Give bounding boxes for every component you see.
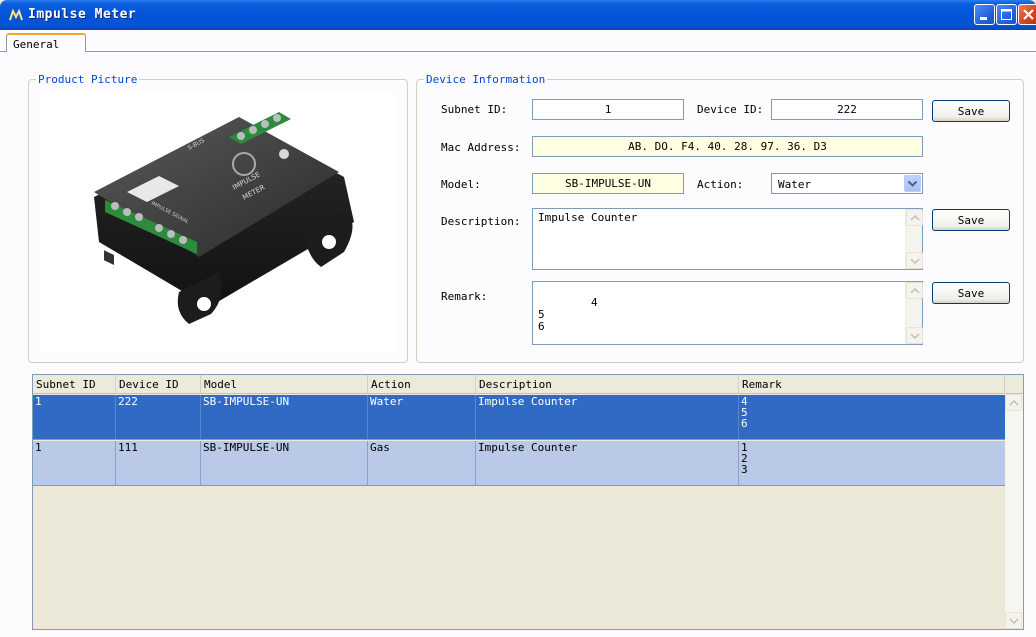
tab-content: Product Picture IMPULSE METER S-BUS IMPU…	[0, 52, 1036, 637]
action-label: Action:	[697, 178, 744, 191]
device-information-title: Device Information	[424, 73, 548, 86]
close-button[interactable]	[1018, 4, 1036, 25]
model-label: Model:	[441, 178, 481, 191]
save-device-id-button[interactable]: Save	[932, 100, 1010, 122]
column-header-action[interactable]: Action	[368, 375, 476, 394]
device-id-label: Device ID:	[697, 103, 764, 116]
column-header-device-id[interactable]: Device ID	[116, 375, 201, 394]
maximize-icon	[1001, 9, 1012, 20]
description-textarea[interactable]: Impulse Counter	[532, 208, 923, 270]
device-grid[interactable]: Subnet ID Device ID Model Action Descrip…	[32, 374, 1024, 630]
description-scrollbar[interactable]	[905, 209, 923, 269]
title-bar[interactable]: Impulse Meter	[0, 0, 1036, 30]
tab-general[interactable]: General	[6, 33, 86, 54]
mac-address-field[interactable]: AB. DO. F4. 40. 28. 97. 36. D3	[532, 136, 923, 157]
remark-text: 4 5 6	[538, 296, 598, 333]
cell-device-id: 222	[116, 395, 201, 439]
scroll-down-icon[interactable]	[1005, 612, 1022, 629]
product-photo: IMPULSE METER S-BUS IMPULSE SIGNAL	[39, 92, 396, 352]
minimize-button[interactable]	[974, 4, 995, 25]
cell-description: Impulse Counter	[476, 395, 739, 439]
scroll-up-icon[interactable]	[906, 209, 923, 226]
minimize-icon	[980, 17, 987, 20]
cell-action: Water	[368, 395, 476, 439]
cell-subnet-id: 1	[33, 395, 116, 439]
save-description-button[interactable]: Save	[932, 209, 1010, 231]
app-icon	[9, 8, 23, 21]
remark-scrollbar[interactable]	[905, 282, 923, 344]
product-picture-group: Product Picture IMPULSE METER S-BUS IMPU…	[28, 73, 408, 363]
action-select[interactable]: Water	[771, 173, 923, 194]
cell-action: Gas	[368, 441, 476, 485]
table-row[interactable]: 1 111 SB-IMPULSE-UN Gas Impulse Counter …	[33, 441, 1005, 486]
impulse-meter-device-image: IMPULSE METER S-BUS IMPULSE SIGNAL	[94, 112, 354, 324]
cell-subnet-id: 1	[33, 441, 116, 485]
close-icon	[1023, 9, 1034, 20]
scroll-down-icon[interactable]	[906, 252, 923, 269]
grid-scrollbar[interactable]	[1005, 394, 1023, 629]
tab-strip: General	[0, 30, 1036, 54]
scroll-up-icon[interactable]	[906, 282, 923, 299]
column-header-model[interactable]: Model	[201, 375, 368, 394]
table-row[interactable]: 1 222 SB-IMPULSE-UN Water Impulse Counte…	[33, 395, 1005, 440]
column-header-remark[interactable]: Remark	[739, 375, 1005, 394]
cell-model: SB-IMPULSE-UN	[201, 441, 368, 485]
device-information-group: Device Information Subnet ID: 1 Device I…	[416, 73, 1024, 363]
subnet-id-field[interactable]: 1	[532, 99, 684, 120]
window-title: Impulse Meter	[28, 7, 137, 22]
maximize-button[interactable]	[996, 4, 1017, 25]
mac-address-label: Mac Address:	[441, 141, 521, 154]
impulse-meter-window: Impulse Meter General Product Picture IM…	[0, 0, 1036, 637]
cell-device-id: 111	[116, 441, 201, 485]
scroll-down-icon[interactable]	[906, 327, 923, 344]
model-field[interactable]: SB-IMPULSE-UN	[532, 173, 684, 194]
cell-model: SB-IMPULSE-UN	[201, 395, 368, 439]
column-header-subnet-id[interactable]: Subnet ID	[33, 375, 116, 394]
cell-remark: 4 5 6	[741, 395, 748, 430]
description-text: Impulse Counter	[538, 211, 638, 224]
remark-textarea[interactable]: 4 5 6	[532, 281, 923, 345]
scroll-up-icon[interactable]	[1005, 394, 1022, 411]
column-header-description[interactable]: Description	[476, 375, 739, 394]
chevron-down-icon[interactable]	[904, 175, 921, 192]
subnet-id-label: Subnet ID:	[441, 103, 508, 116]
device-id-field[interactable]: 222	[771, 99, 923, 120]
product-picture-title: Product Picture	[36, 73, 140, 86]
column-header-filler	[1005, 375, 1023, 394]
save-remark-button[interactable]: Save	[932, 282, 1010, 304]
cell-description: Impulse Counter	[476, 441, 739, 485]
remark-label: Remark:	[441, 290, 488, 303]
action-select-value: Water	[778, 178, 812, 191]
cell-remark: 1 2 3	[741, 441, 748, 476]
description-label: Description:	[441, 215, 521, 228]
